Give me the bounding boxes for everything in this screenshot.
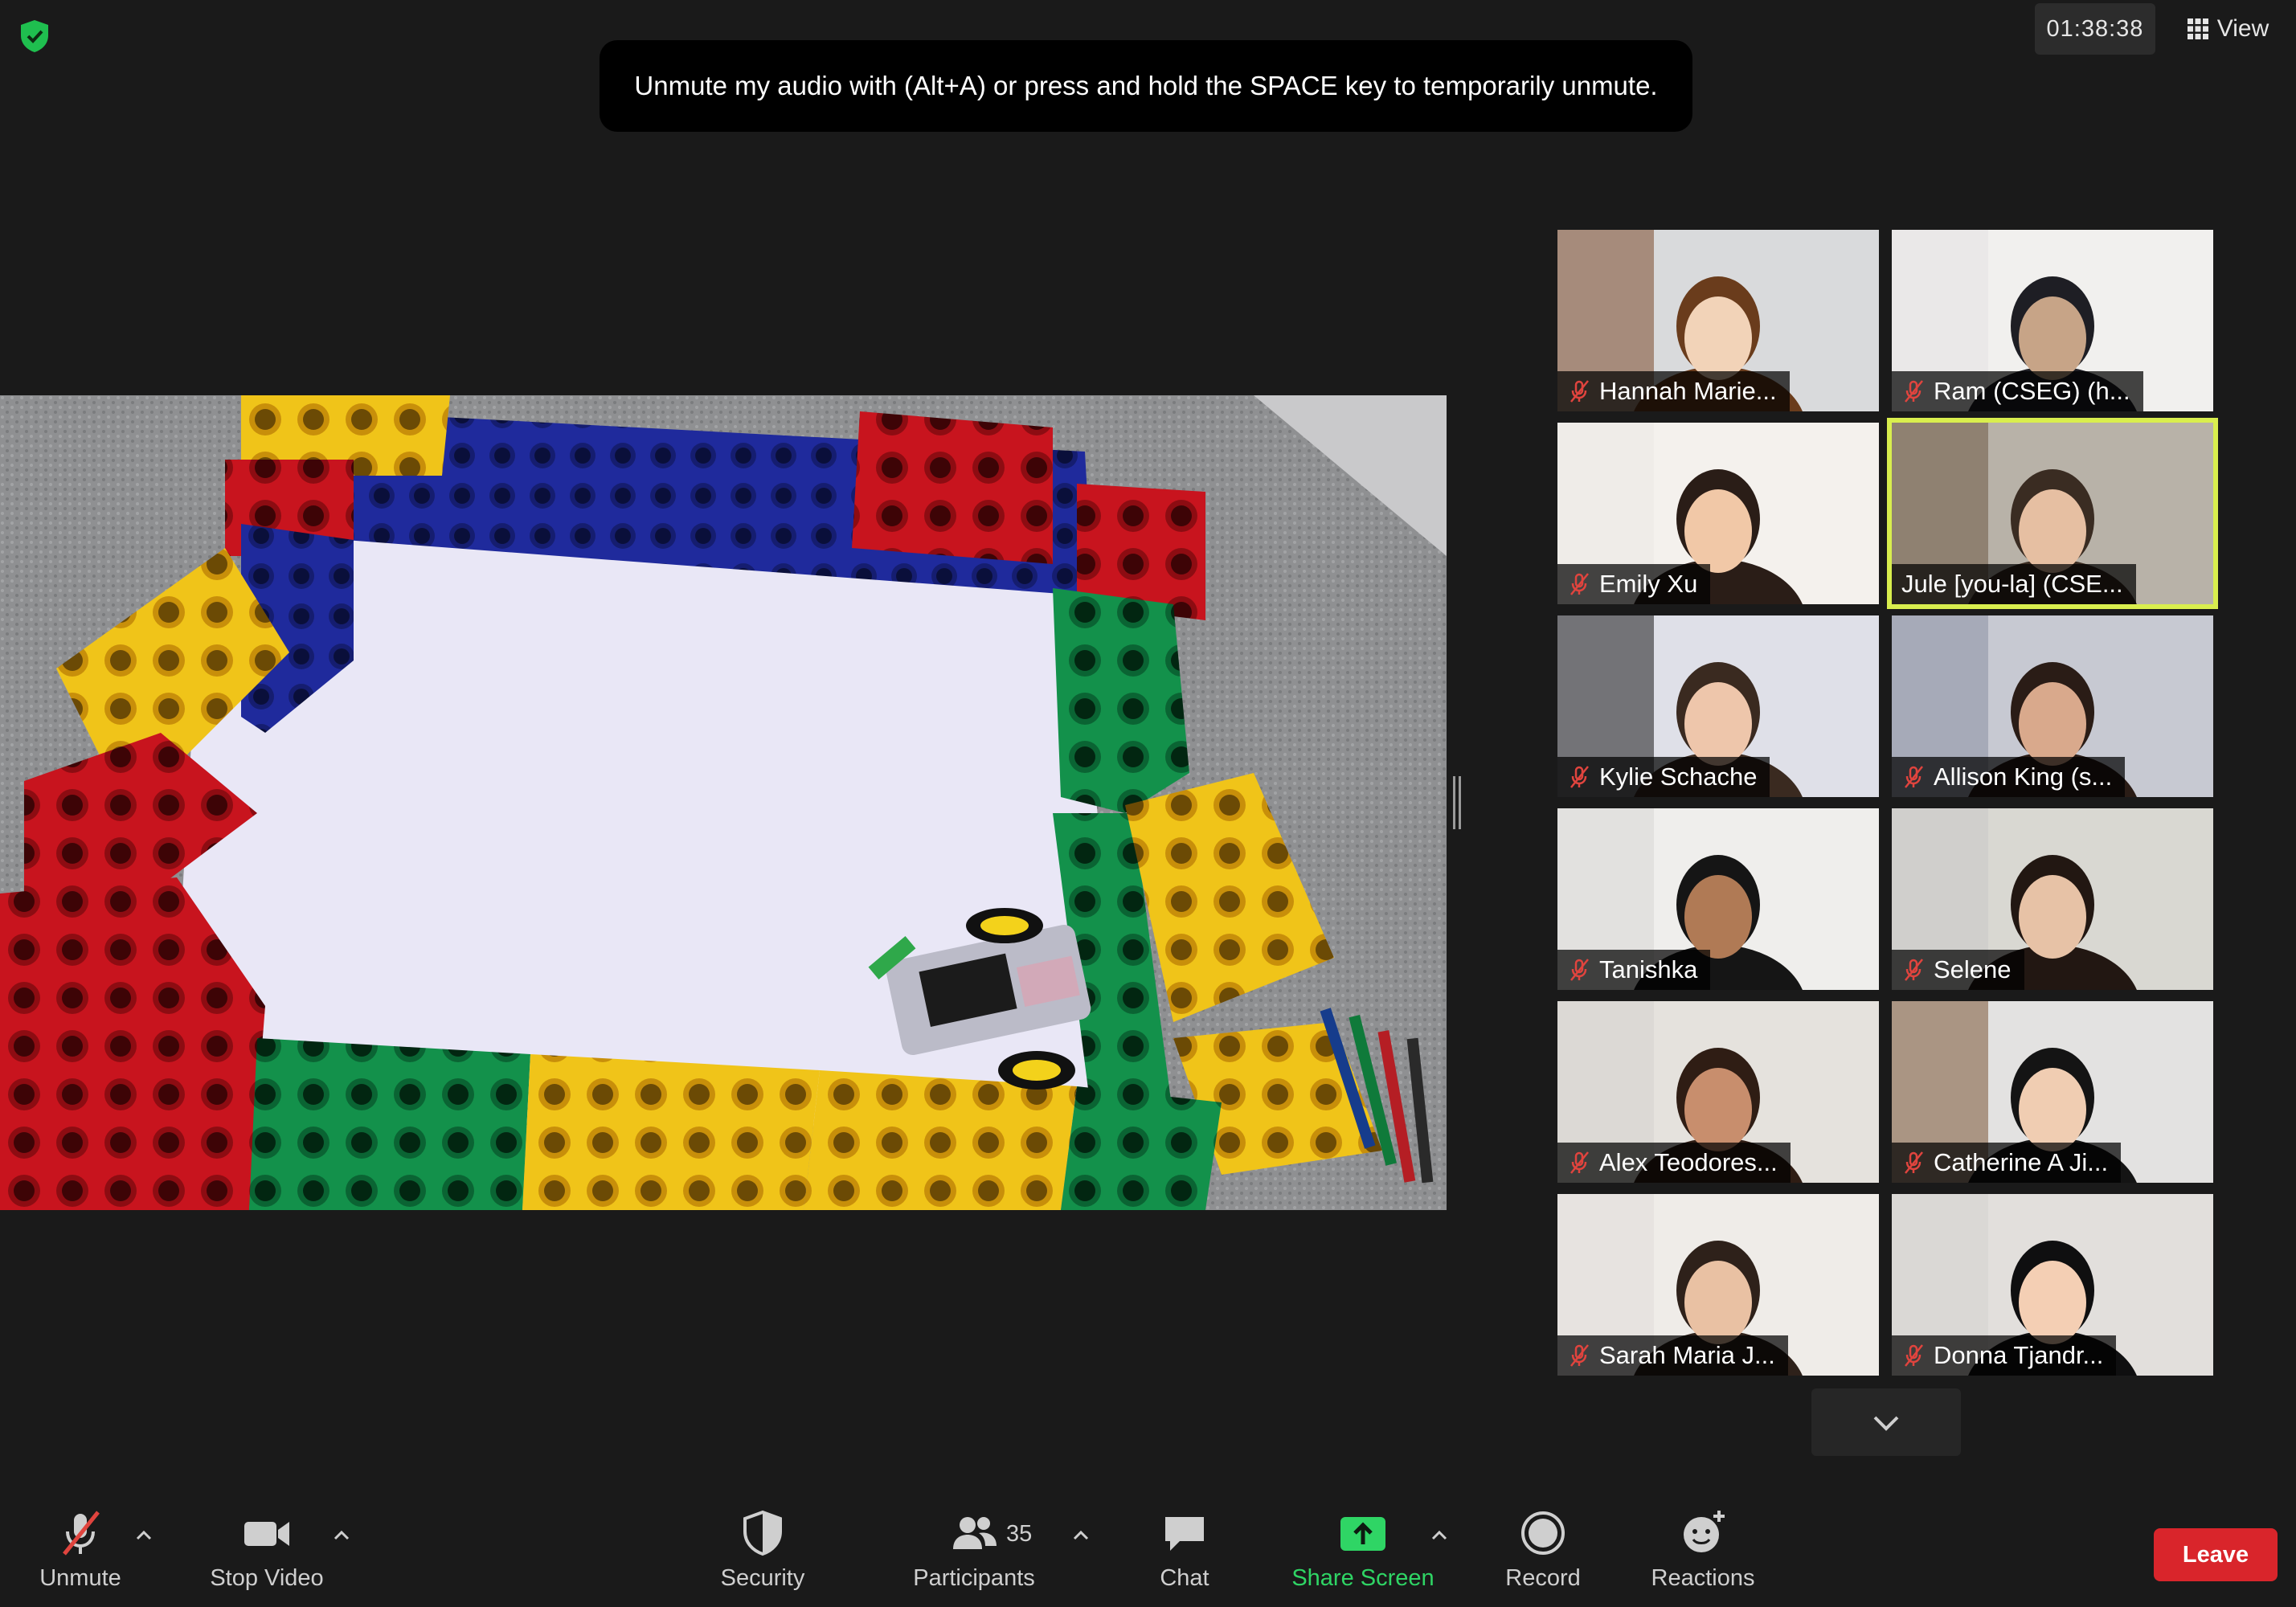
participant-video-tile[interactable]: Tanishka	[1557, 808, 1879, 990]
record-label: Record	[1505, 1565, 1581, 1591]
muted-mic-icon	[1905, 1344, 1923, 1367]
stop-video-label: Stop Video	[210, 1565, 324, 1591]
participants-icon	[953, 1517, 997, 1549]
security-label: Security	[720, 1565, 805, 1591]
chevron-down-icon	[1873, 1416, 1899, 1431]
participant-name: Tanishka	[1599, 955, 1698, 983]
participant-video-tile[interactable]: Catherine A Ji...	[1892, 1001, 2213, 1183]
unmute-button[interactable]: Unmute	[31, 1507, 130, 1596]
share-screen-button[interactable]: Share Screen	[1289, 1507, 1437, 1596]
participant-video-tile[interactable]: Jule [you-la] (CSE...	[1887, 418, 2218, 609]
muted-mic-icon	[1905, 766, 1923, 788]
participant-name: Emily Xu	[1599, 570, 1698, 598]
participant-name-bar: Emily Xu	[1557, 564, 1711, 604]
record-icon	[1521, 1511, 1565, 1555]
share-screen-label: Share Screen	[1291, 1565, 1434, 1591]
participants-label: Participants	[913, 1565, 1035, 1591]
chat-button[interactable]: Chat	[1138, 1507, 1231, 1596]
participants-options-caret-icon[interactable]	[1069, 1523, 1093, 1548]
participant-name: Sarah Maria J...	[1599, 1341, 1775, 1369]
participant-video-tile[interactable]: Donna Tjandr...	[1892, 1194, 2213, 1376]
view-label: View	[2216, 15, 2269, 42]
share-options-caret-icon[interactable]	[1427, 1523, 1451, 1548]
participant-name: Allison King (s...	[1934, 763, 2113, 791]
leave-button[interactable]: Leave	[2154, 1528, 2278, 1581]
stop-video-button[interactable]: Stop Video	[203, 1507, 331, 1596]
participant-name: Donna Tjandr...	[1934, 1341, 2104, 1369]
security-button[interactable]: Security	[710, 1507, 815, 1596]
grid-icon	[2187, 18, 2208, 39]
participant-name-bar: Hannah Marie...	[1557, 371, 1790, 411]
next-page-button[interactable]	[1811, 1388, 1961, 1456]
meeting-timer: 01:38:38	[2035, 3, 2155, 55]
muted-mic-icon	[1570, 380, 1589, 403]
participant-name: Kylie Schache	[1599, 763, 1758, 791]
share-screen-arrow-icon	[1340, 1517, 1385, 1551]
participant-name: Jule [you-la] (CSE...	[1901, 570, 2123, 598]
chat-label: Chat	[1160, 1565, 1209, 1591]
participant-name-bar: Ram (CSEG) (h...	[1892, 371, 2143, 411]
participant-name-bar: Alex Teodores...	[1557, 1143, 1791, 1183]
participants-count: 35	[1006, 1521, 1033, 1547]
shield-icon	[743, 1510, 782, 1556]
audio-options-caret-icon[interactable]	[132, 1523, 156, 1548]
muted-mic-icon	[1570, 959, 1589, 981]
participant-video-tile[interactable]: Emily Xu	[1557, 423, 1879, 604]
participant-name: Catherine A Ji...	[1934, 1148, 2109, 1176]
muted-mic-icon	[1905, 380, 1923, 403]
muted-mic-icon	[1570, 573, 1589, 595]
participant-name-bar: Kylie Schache	[1557, 757, 1770, 797]
participant-name-bar: Allison King (s...	[1892, 757, 2126, 797]
participant-video-tile[interactable]: Sarah Maria J...	[1557, 1194, 1879, 1376]
participant-name-bar: Jule [you-la] (CSE...	[1892, 564, 2136, 604]
participant-name-bar: Sarah Maria J...	[1557, 1335, 1788, 1376]
participant-video-tile[interactable]: Hannah Marie...	[1557, 230, 1879, 411]
participant-video-tile[interactable]: Ram (CSEG) (h...	[1892, 230, 2213, 411]
participant-name: Hannah Marie...	[1599, 377, 1777, 405]
participant-name: Ram (CSEG) (h...	[1934, 377, 2130, 405]
chat-bubble-icon	[1165, 1517, 1204, 1551]
participant-name-bar: Tanishka	[1557, 950, 1711, 990]
participant-video-tile[interactable]: Selene	[1892, 808, 2213, 990]
muted-mic-icon	[1570, 1344, 1589, 1367]
participant-name-bar: Donna Tjandr...	[1892, 1335, 2117, 1376]
participant-name: Selene	[1934, 955, 2012, 983]
unmute-label: Unmute	[39, 1565, 121, 1591]
participant-name-bar: Selene	[1892, 950, 2024, 990]
muted-mic-icon	[1905, 1151, 1923, 1174]
view-button[interactable]: View	[2175, 3, 2281, 55]
muted-mic-icon	[1570, 1151, 1589, 1174]
main-video-feed[interactable]	[0, 395, 1447, 1210]
participant-video-tile[interactable]: Allison King (s...	[1892, 615, 2213, 797]
video-options-caret-icon[interactable]	[329, 1523, 354, 1548]
reactions-label: Reactions	[1651, 1565, 1755, 1591]
participant-name-bar: Catherine A Ji...	[1892, 1143, 2122, 1183]
participant-video-tile[interactable]: Alex Teodores...	[1557, 1001, 1879, 1183]
reactions-button[interactable]: Reactions	[1644, 1507, 1762, 1596]
participant-name: Alex Teodores...	[1599, 1148, 1778, 1176]
video-camera-icon	[244, 1522, 289, 1546]
unmute-hint-banner: Unmute my audio with (Alt+A) or press an…	[600, 40, 1692, 132]
muted-mic-icon	[1570, 766, 1589, 788]
panel-resize-handle[interactable]	[1453, 776, 1461, 829]
muted-mic-icon	[1905, 959, 1923, 981]
reactions-smiley-icon	[1684, 1511, 1725, 1552]
record-button[interactable]: Record	[1495, 1507, 1591, 1596]
muted-microphone-icon	[63, 1511, 100, 1556]
encryption-shield-icon[interactable]	[16, 18, 53, 55]
participant-video-tile[interactable]: Kylie Schache	[1557, 615, 1879, 797]
